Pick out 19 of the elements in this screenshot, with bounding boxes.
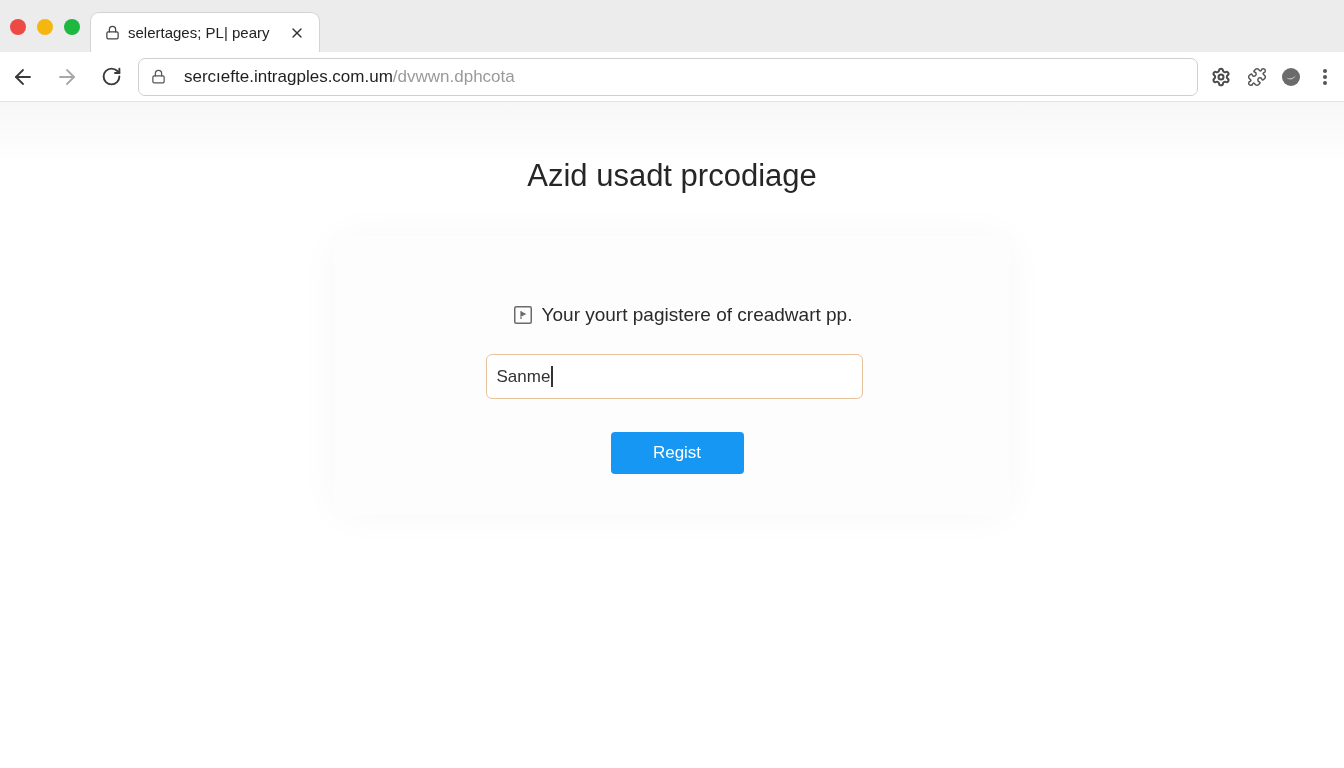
reload-icon xyxy=(100,66,122,87)
tab-title: selertages; PL| peary xyxy=(128,24,271,41)
settings-icon xyxy=(1211,66,1231,87)
menu-icon xyxy=(1323,68,1327,85)
settings-button[interactable] xyxy=(1210,65,1232,88)
page-heading: Azid usadt prcodiage xyxy=(527,157,817,195)
url-text: sercıefte.intragples.com.um/dvwwn.dphcota xyxy=(184,66,515,87)
profile-avatar-icon[interactable] xyxy=(1282,67,1300,86)
lock-icon xyxy=(105,25,120,40)
input-field[interactable]: Sanme xyxy=(485,354,863,399)
extensions-button[interactable] xyxy=(1246,65,1268,88)
lock-icon xyxy=(151,69,166,84)
address-bar[interactable]: sercıefte.intragples.com.um/dvwwn.dphcota xyxy=(138,57,1198,96)
browser-tab[interactable]: selertages; PL| peary xyxy=(90,12,320,52)
puzzle-icon xyxy=(1247,66,1267,87)
text-cursor-icon xyxy=(551,366,553,387)
close-window-icon[interactable] xyxy=(10,19,26,35)
prompt-text: Your yourt pagistere of creadwart pp. xyxy=(541,303,853,327)
square-play-icon xyxy=(513,306,532,324)
